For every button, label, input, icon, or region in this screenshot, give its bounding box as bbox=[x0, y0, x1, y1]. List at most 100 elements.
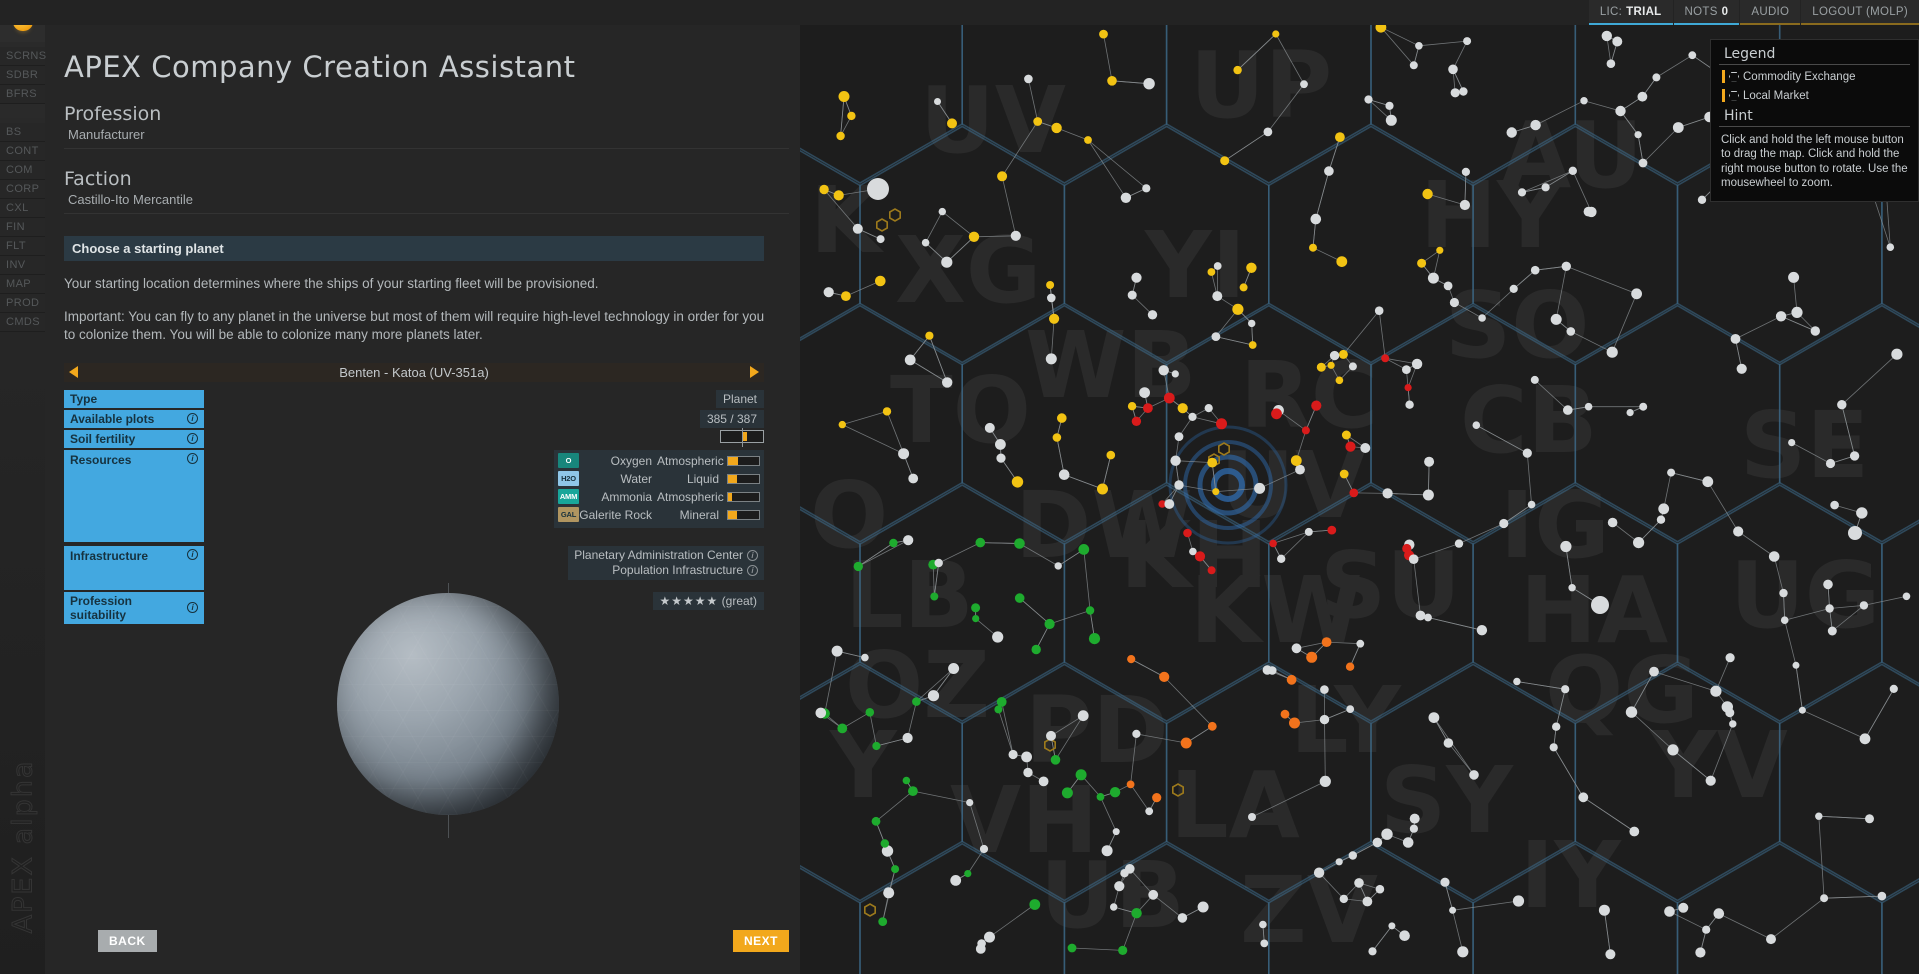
star-system-node[interactable] bbox=[942, 377, 953, 388]
star-system-node[interactable] bbox=[934, 558, 943, 568]
star-system-node[interactable] bbox=[1112, 828, 1120, 836]
star-system-node[interactable] bbox=[1697, 195, 1707, 204]
star-system-node[interactable] bbox=[979, 844, 989, 854]
rail-item-map[interactable]: MAP bbox=[0, 275, 45, 294]
star-system-node[interactable] bbox=[1409, 61, 1418, 70]
star-system-node[interactable] bbox=[1339, 469, 1349, 479]
star-system-node[interactable] bbox=[1509, 284, 1518, 293]
star-system-node[interactable] bbox=[1061, 787, 1073, 799]
star-system-node[interactable] bbox=[841, 291, 851, 301]
star-system-node[interactable] bbox=[992, 631, 1004, 643]
star-system-node[interactable] bbox=[1517, 188, 1527, 197]
star-system-node[interactable] bbox=[1194, 551, 1206, 562]
star-system-node[interactable] bbox=[1549, 743, 1558, 752]
star-system-node[interactable] bbox=[1341, 430, 1351, 440]
star-system-node[interactable] bbox=[1120, 192, 1132, 203]
star-system-node[interactable] bbox=[1469, 770, 1479, 780]
star-system-node[interactable] bbox=[1459, 199, 1470, 211]
star-system-node[interactable] bbox=[1300, 80, 1308, 89]
star-system-node[interactable] bbox=[1286, 674, 1297, 685]
info-icon[interactable]: i bbox=[747, 564, 758, 576]
star-system-node[interactable] bbox=[1050, 755, 1061, 765]
star-system-node[interactable] bbox=[1099, 29, 1108, 39]
star-system-node[interactable] bbox=[1339, 894, 1348, 904]
star-system-node[interactable] bbox=[1823, 579, 1833, 590]
star-system-node[interactable] bbox=[1766, 934, 1776, 945]
star-system-node[interactable] bbox=[831, 645, 843, 657]
resource-row[interactable]: H2O Water Liquid bbox=[558, 471, 760, 487]
star-system-node[interactable] bbox=[1207, 457, 1218, 468]
star-system-node[interactable] bbox=[1324, 166, 1334, 176]
star-system-node[interactable] bbox=[1109, 787, 1121, 798]
star-system-node[interactable] bbox=[861, 653, 869, 662]
info-icon[interactable]: i bbox=[187, 548, 198, 560]
star-system-node[interactable] bbox=[1075, 769, 1087, 781]
star-system-node[interactable] bbox=[1428, 712, 1440, 723]
star-system-node[interactable] bbox=[1417, 258, 1427, 268]
star-system-node[interactable] bbox=[1656, 515, 1666, 524]
star-system-node[interactable] bbox=[833, 190, 844, 201]
star-system-node[interactable] bbox=[903, 535, 914, 546]
star-system-node[interactable] bbox=[1306, 651, 1318, 663]
star-system-node[interactable] bbox=[1561, 685, 1570, 694]
planet-globe[interactable] bbox=[337, 593, 559, 815]
resource-row[interactable]: O Oxygen Atmospheric bbox=[558, 453, 760, 469]
star-system-node[interactable] bbox=[1448, 64, 1458, 75]
star-system-node[interactable] bbox=[996, 697, 1007, 707]
star-system-node[interactable] bbox=[1152, 793, 1162, 803]
star-system-node[interactable] bbox=[1280, 709, 1290, 719]
star-system-node[interactable] bbox=[1212, 291, 1223, 302]
star-system-node[interactable] bbox=[1561, 261, 1571, 271]
star-system-node[interactable] bbox=[865, 708, 875, 717]
star-system-node[interactable] bbox=[1658, 503, 1670, 515]
star-system-node[interactable] bbox=[1127, 290, 1137, 300]
star-system-node[interactable] bbox=[1163, 392, 1175, 404]
star-system-node[interactable] bbox=[938, 207, 946, 216]
star-system-node[interactable] bbox=[1615, 105, 1626, 117]
star-system-node[interactable] bbox=[883, 887, 895, 899]
star-system-node[interactable] bbox=[1058, 469, 1070, 481]
star-system-node[interactable] bbox=[1530, 265, 1540, 275]
star-system-node[interactable] bbox=[1329, 350, 1340, 361]
star-system-node[interactable] bbox=[1049, 313, 1060, 324]
rail-item-prod[interactable]: PROD bbox=[0, 294, 45, 313]
star-system-node[interactable] bbox=[1848, 526, 1862, 540]
star-system-node[interactable] bbox=[1631, 288, 1642, 300]
star-system-node[interactable] bbox=[1106, 450, 1116, 460]
star-system-node[interactable] bbox=[878, 917, 888, 926]
star-system-node[interactable] bbox=[1499, 518, 1509, 529]
star-system-node[interactable] bbox=[1649, 666, 1659, 677]
star-system-node[interactable] bbox=[1688, 51, 1697, 60]
star-system-node[interactable] bbox=[984, 931, 995, 943]
star-system-node[interactable] bbox=[1345, 441, 1356, 452]
star-system-node[interactable] bbox=[1142, 184, 1151, 193]
star-system-node[interactable] bbox=[1601, 30, 1612, 42]
star-system-node[interactable] bbox=[1422, 188, 1433, 200]
star-system-node[interactable] bbox=[1014, 593, 1025, 603]
star-system-node[interactable] bbox=[1859, 733, 1871, 745]
star-system-node[interactable] bbox=[1211, 332, 1221, 341]
rail-item-sdbr[interactable]: SDBR bbox=[0, 66, 45, 85]
star-system-node[interactable] bbox=[1131, 272, 1142, 283]
star-system-node[interactable] bbox=[1045, 353, 1057, 365]
star-system-node[interactable] bbox=[997, 171, 1008, 182]
resource-row[interactable]: GAL Galerite Rock Mineral bbox=[558, 507, 760, 523]
rail-item-cont[interactable]: CONT bbox=[0, 142, 45, 161]
star-system-node[interactable] bbox=[1541, 183, 1550, 192]
star-system-node[interactable] bbox=[1664, 906, 1675, 917]
info-icon[interactable]: i bbox=[747, 549, 758, 561]
star-system-node[interactable] bbox=[1411, 358, 1423, 370]
star-system-node[interactable] bbox=[1204, 404, 1213, 413]
star-system-node[interactable] bbox=[1404, 384, 1412, 392]
star-system-node[interactable] bbox=[1639, 402, 1648, 411]
star-system-node[interactable] bbox=[823, 287, 834, 298]
star-system-node[interactable] bbox=[1148, 889, 1159, 900]
star-system-node[interactable] bbox=[1078, 544, 1090, 555]
star-system-node[interactable] bbox=[1513, 677, 1521, 686]
star-system-node[interactable] bbox=[1046, 730, 1056, 741]
star-system-node[interactable] bbox=[1563, 405, 1573, 415]
star-system-node[interactable] bbox=[1180, 737, 1192, 749]
star-system-node[interactable] bbox=[1443, 738, 1454, 748]
star-system-node[interactable] bbox=[1889, 684, 1898, 694]
star-system-node[interactable] bbox=[1207, 566, 1216, 575]
